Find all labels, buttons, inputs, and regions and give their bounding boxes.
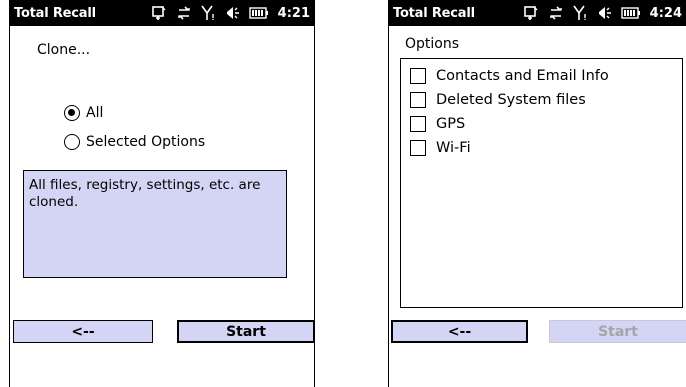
battery-icon: [248, 7, 269, 19]
radio-unselected-icon: [64, 134, 80, 150]
option-wifi[interactable]: Wi-Fi: [410, 140, 471, 156]
description-box: All files, registry, settings, etc. are …: [23, 170, 287, 278]
option-label: Contacts and Email Info: [436, 68, 609, 84]
data-connection-icon: [176, 5, 192, 21]
page-heading: Clone...: [37, 42, 91, 58]
description-text: All files, registry, settings, etc. are …: [29, 177, 261, 210]
option-deleted-system-files[interactable]: Deleted System files: [410, 92, 586, 108]
radio-all-label: All: [86, 105, 104, 121]
app-title: Total Recall: [14, 5, 96, 21]
back-button-label: <--: [71, 323, 95, 340]
radio-selected-options-label: Selected Options: [86, 134, 206, 150]
sync-icon: [523, 5, 539, 21]
start-button[interactable]: Start: [549, 320, 686, 343]
options-screen: Total Recall 4:24 Options Contacts and E…: [388, 0, 686, 387]
status-icons: 4:21: [151, 0, 310, 26]
page-heading: Options: [405, 36, 460, 52]
clock: 4:24: [649, 5, 682, 21]
radio-selected-options[interactable]: Selected Options: [64, 134, 205, 150]
option-label: Deleted System files: [436, 92, 586, 108]
start-button-label: Start: [226, 323, 266, 340]
data-connection-icon: [548, 5, 564, 21]
back-button[interactable]: <--: [13, 320, 153, 343]
start-button-label: Start: [598, 323, 638, 340]
clock: 4:21: [277, 5, 310, 21]
signal-strength-icon: [573, 5, 587, 21]
checkbox-icon: [410, 140, 426, 156]
volume-icon: [224, 5, 240, 21]
radio-all[interactable]: All: [64, 105, 103, 121]
start-button[interactable]: Start: [177, 320, 314, 343]
status-bar: Total Recall 4:24: [389, 0, 686, 26]
battery-icon: [620, 7, 641, 19]
option-label: Wi-Fi: [436, 140, 471, 156]
status-icons: 4:24: [523, 0, 682, 26]
option-contacts-email[interactable]: Contacts and Email Info: [410, 68, 609, 84]
checkbox-icon: [410, 68, 426, 84]
radio-selected-icon: [64, 105, 80, 121]
checkbox-icon: [410, 92, 426, 108]
clone-screen: Total Recall 4:21 Clone... All Selected …: [9, 0, 315, 387]
back-button-label: <--: [447, 323, 472, 340]
option-gps[interactable]: GPS: [410, 116, 465, 132]
signal-strength-icon: [201, 5, 215, 21]
volume-icon: [596, 5, 612, 21]
option-label: GPS: [436, 116, 466, 132]
back-button[interactable]: <--: [391, 320, 528, 343]
options-list[interactable]: Contacts and Email Info Deleted System f…: [400, 58, 683, 308]
status-bar: Total Recall 4:21: [10, 0, 314, 26]
app-title: Total Recall: [393, 5, 475, 21]
sync-icon: [151, 5, 167, 21]
checkbox-icon: [410, 116, 426, 132]
